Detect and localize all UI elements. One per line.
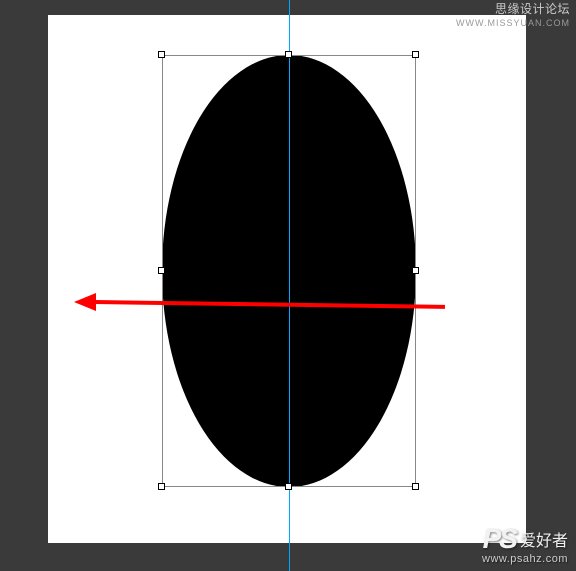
watermark-top-main: 思缘设计论坛 [495, 2, 570, 16]
watermark-url: www.psahz.com [482, 553, 568, 565]
watermark-bottom: PS爱好者 www.psahz.com [482, 523, 568, 565]
handle-bottom-center[interactable] [285, 483, 292, 490]
watermark-cn: 爱好者 [520, 533, 568, 550]
watermark-top: 思缘设计论坛 WWW.MISSYUAN.COM [456, 2, 570, 30]
handle-top-center[interactable] [285, 51, 292, 58]
handle-top-left[interactable] [158, 51, 165, 58]
handle-bottom-right[interactable] [412, 483, 419, 490]
handle-top-right[interactable] [412, 51, 419, 58]
handle-bottom-left[interactable] [158, 483, 165, 490]
watermark-logo: PS [483, 523, 516, 555]
handle-right-center[interactable] [412, 267, 419, 274]
handle-left-center[interactable] [158, 267, 165, 274]
editor-viewport[interactable]: 思缘设计论坛 WWW.MISSYUAN.COM PS爱好者 www.psahz.… [0, 0, 576, 571]
watermark-top-sub: WWW.MISSYUAN.COM [456, 16, 570, 30]
